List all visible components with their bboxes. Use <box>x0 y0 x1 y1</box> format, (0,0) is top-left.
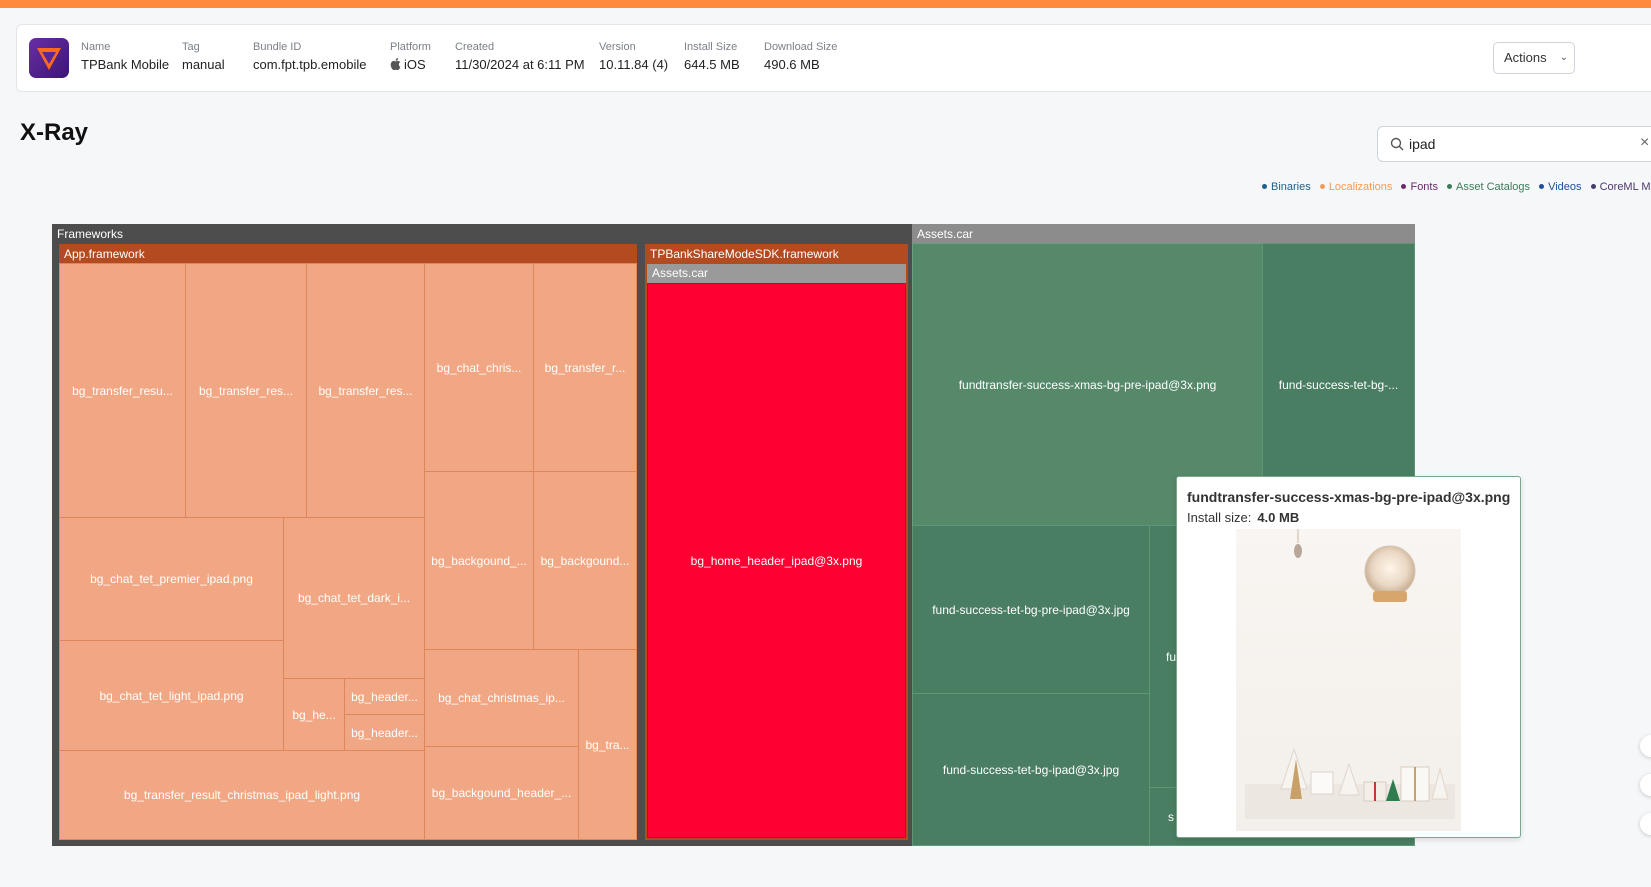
legend-dot <box>1539 184 1545 189</box>
sdk-assets-header-bar[interactable]: Assets.car <box>647 264 906 283</box>
search-input[interactable]: ipad <box>1409 136 1435 152</box>
legend-dot <box>1401 184 1407 189</box>
tooltip-title: fundtransfer-success-xmas-bg-pre-ipad@3x… <box>1187 489 1511 505</box>
top-accent-bar <box>0 0 1651 8</box>
legend-item-videos[interactable]: Videos <box>1539 181 1582 193</box>
chevron-down-icon: ⌄ <box>1559 52 1568 63</box>
treemap-leaf[interactable]: bg_chat_tet_light_ipad.png <box>59 640 284 751</box>
legend-label: Localizations <box>1328 181 1393 193</box>
field-label: Install Size <box>684 41 738 53</box>
treemap-leaf[interactable]: bg_chat_chris... <box>424 263 534 472</box>
asset-tooltip: fundtransfer-success-xmas-bg-pre-ipad@3x… <box>1176 476 1521 838</box>
legend-label: Asset Catalogs <box>1456 181 1531 193</box>
app-tag: manual <box>182 57 225 72</box>
field-label: Bundle ID <box>253 41 302 53</box>
treemap-leaf[interactable]: bg_transfer_res... <box>185 263 307 518</box>
treemap-leaf[interactable]: bg_he... <box>283 678 345 751</box>
legend-item-asset-catalogs[interactable]: Asset Catalogs <box>1447 181 1530 193</box>
legend-item-localizations[interactable]: Localizations <box>1319 181 1393 193</box>
legend-label: CoreML Mod <box>1599 181 1651 193</box>
treemap-leaf[interactable]: bg_transfer_r... <box>533 263 637 472</box>
platform-text: iOS <box>404 57 426 72</box>
field-platform: Platform iOS <box>390 41 431 72</box>
search-box[interactable]: ipad × <box>1377 126 1651 162</box>
legend-item-binaries[interactable]: Binaries <box>1262 181 1311 193</box>
app-logo <box>29 38 69 78</box>
actions-label: Actions <box>1504 50 1547 65</box>
treemap-leaf[interactable]: bg_transfer_res... <box>306 263 425 518</box>
treemap-leaf[interactable]: bg_transfer_resu... <box>59 263 186 518</box>
search-icon <box>1390 137 1404 151</box>
version-value: 10.11.84 (4) <box>599 57 669 72</box>
platform-value: iOS <box>390 57 431 72</box>
treemap-leaf[interactable]: bg_chat_tet_dark_i... <box>283 517 425 679</box>
treemap-leaf[interactable]: bg_home_header_ipad@3x.png <box>647 283 906 838</box>
side-control-button[interactable] <box>1640 735 1651 757</box>
treemap-leaf[interactable]: bg_transfer_result_christmas_ipad_light.… <box>59 750 425 840</box>
install-size-value: 644.5 MB <box>684 57 740 72</box>
field-created: Created 11/30/2024 at 6:11 PM <box>455 41 585 72</box>
tooltip-size: Install size: 4.0 MB <box>1187 510 1299 525</box>
legend-dot <box>1262 184 1267 189</box>
treemap-leaf[interactable]: fund-success-tet-bg-pre-ipad@3x.jpg <box>912 525 1150 694</box>
tooltip-size-label: Install size: <box>1187 510 1252 525</box>
treemap-leaf[interactable]: bg_backgound_... <box>424 471 534 650</box>
legend-item-coreml[interactable]: CoreML Mod <box>1590 181 1651 193</box>
legend-dot <box>1590 184 1596 189</box>
field-label: Name <box>81 41 111 53</box>
page-title: X-Ray <box>20 119 89 146</box>
frameworks-header: Frameworks <box>57 227 124 241</box>
field-version: Version 10.11.84 (4) <box>599 41 668 72</box>
treemap-leaf[interactable]: bg_chat_tet_premier_ipad.png <box>59 517 284 641</box>
treemap-leaf[interactable]: bg_tra... <box>578 649 637 840</box>
field-name: Name TPBank Mobile <box>81 41 169 72</box>
field-tag: Tag manual <box>182 41 225 72</box>
side-control-button[interactable] <box>1640 774 1651 796</box>
legend-dot <box>1319 184 1325 189</box>
field-bundle-id: Bundle ID com.fpt.tpb.emobile <box>253 41 366 72</box>
field-label: Created <box>455 41 495 53</box>
asset-preview-image <box>1236 529 1461 831</box>
legend: Binaries Localizations Fonts Asset Catal… <box>1262 181 1651 193</box>
field-label: Tag <box>182 41 200 53</box>
legend-label: Binaries <box>1271 181 1311 193</box>
side-control-button[interactable] <box>1640 813 1651 835</box>
download-size-value: 490.6 MB <box>764 57 820 72</box>
field-download-size: Download Size 490.6 MB <box>764 41 837 72</box>
field-label: Platform <box>390 41 431 53</box>
apple-icon <box>390 58 401 70</box>
treemap-leaf[interactable]: bg_chat_christmas_ip... <box>424 649 579 747</box>
app-name: TPBank Mobile <box>81 57 170 72</box>
app-framework-header: App.framework <box>64 247 145 261</box>
legend-dot <box>1447 184 1453 189</box>
bundle-id: com.fpt.tpb.emobile <box>253 57 367 72</box>
legend-label: Videos <box>1548 181 1582 193</box>
close-icon[interactable]: × <box>1640 134 1649 152</box>
tooltip-size-value: 4.0 MB <box>1257 510 1300 525</box>
legend-label: Fonts <box>1410 181 1438 193</box>
treemap-leaf[interactable]: fund-success-tet-bg-ipad@3x.jpg <box>912 693 1150 846</box>
field-label: Download Size <box>764 41 838 53</box>
treemap-leaf[interactable]: bg_header... <box>344 714 425 751</box>
sdk-assets-header: Assets.car <box>652 266 709 280</box>
treemap-leaf[interactable]: bg_backgound... <box>533 471 637 650</box>
treemap-leaf[interactable]: bg_header... <box>344 678 425 715</box>
treemap-leaf[interactable]: bg_backgound_header_... <box>424 746 579 840</box>
actions-button[interactable]: Actions ⌄ <box>1493 42 1575 74</box>
field-label: Version <box>599 41 636 53</box>
sdk-framework-header: TPBankShareModeSDK.framework <box>650 247 839 261</box>
field-install-size: Install Size 644.5 MB <box>684 41 740 72</box>
app-info-card: Name TPBank Mobile Tag manual Bundle ID … <box>16 24 1651 92</box>
legend-item-fonts[interactable]: Fonts <box>1401 181 1438 193</box>
assets-car-header: Assets.car <box>917 227 974 241</box>
created-value: 11/30/2024 at 6:11 PM <box>455 57 585 72</box>
